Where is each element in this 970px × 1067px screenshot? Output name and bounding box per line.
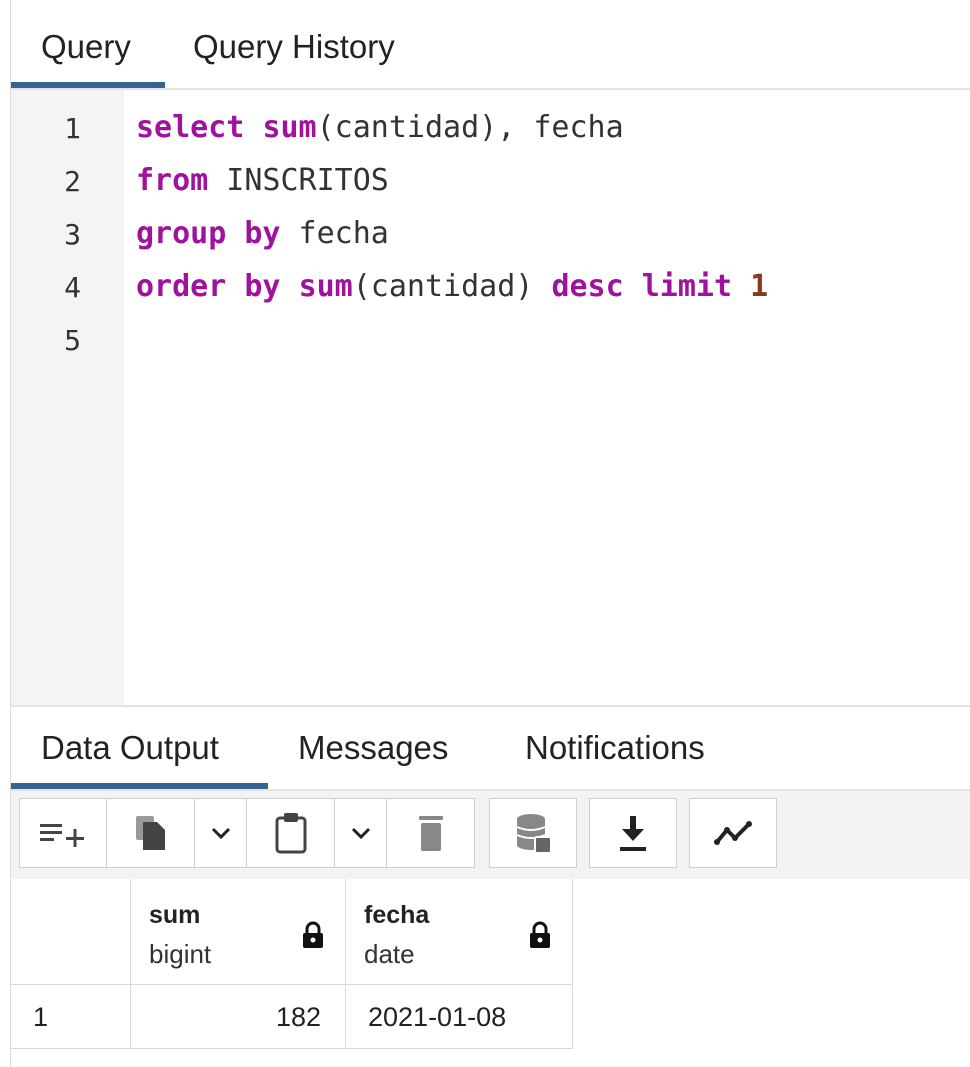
row-number-cell[interactable]: 1 <box>11 985 131 1049</box>
paste-icon <box>275 813 306 854</box>
lock-icon <box>530 921 550 948</box>
download-icon <box>620 816 646 851</box>
line-number: 4 <box>64 271 81 304</box>
copy-icon <box>135 816 165 850</box>
save-data-button[interactable] <box>489 798 577 868</box>
sql-kw-token: select <box>136 110 245 145</box>
add-row-icon <box>40 824 84 847</box>
line-number: 2 <box>64 165 81 198</box>
sql-text-token: (cantidad) <box>352 269 552 304</box>
tab-data-output[interactable]: Data Output <box>41 729 219 767</box>
add-row-button[interactable] <box>19 798 107 868</box>
lock-icon <box>303 921 323 948</box>
chevron-down-icon <box>211 827 230 840</box>
line-number: 1 <box>64 112 81 145</box>
line-number-gutter: 1 2 3 4 5 <box>11 90 124 705</box>
column-name: sum <box>149 901 201 929</box>
delete-button[interactable] <box>387 798 475 868</box>
sql-kw-token: order by <box>136 269 281 304</box>
data-output-toolbar <box>11 791 970 879</box>
sql-text-token: (cantidad), fecha <box>316 110 624 145</box>
sql-editor[interactable]: 1 2 3 4 5 select sum(cantidad), fecha fr… <box>11 90 970 705</box>
sql-text-token: INSCRITOS <box>208 163 389 198</box>
graph-visualiser-icon <box>714 821 752 845</box>
tab-query[interactable]: Query <box>41 28 131 66</box>
query-tool-panel: Query Query History 1 2 3 4 5 select sum… <box>10 0 970 1067</box>
editor-tab-bar: Query Query History <box>11 0 970 90</box>
line-number: 3 <box>64 218 81 251</box>
sql-kw-token: from <box>136 163 209 198</box>
column-header-fecha[interactable]: fecha date <box>346 879 573 985</box>
sql-kw-token: desc limit <box>551 269 733 304</box>
tab-notifications[interactable]: Notifications <box>525 729 705 767</box>
copy-button[interactable] <box>107 798 195 868</box>
copy-options-dropdown[interactable] <box>195 798 247 868</box>
active-output-tab-indicator <box>11 783 268 789</box>
download-button[interactable] <box>589 798 677 868</box>
table-cell-fecha[interactable]: 2021-01-08 <box>346 985 573 1049</box>
paste-button[interactable] <box>247 798 335 868</box>
row-number-header[interactable] <box>11 879 131 985</box>
save-data-icon <box>516 814 552 854</box>
result-grid: sum bigint fecha date 1 182 2021-01-08 <box>11 879 970 1067</box>
table-cell-sum[interactable]: 182 <box>131 985 346 1049</box>
sql-kw-token: group by <box>136 216 281 251</box>
sql-fn-token: sum <box>262 110 317 145</box>
sql-text-token <box>281 269 299 304</box>
sql-fn-token: sum <box>298 269 353 304</box>
sql-text-token: fecha <box>280 216 389 251</box>
code-line[interactable]: group by fecha <box>136 216 389 251</box>
delete-icon <box>418 816 443 851</box>
column-type: bigint <box>149 939 212 969</box>
paste-options-dropdown[interactable] <box>335 798 387 868</box>
code-line[interactable]: order by sum(cantidad) desc limit 1 <box>136 269 768 304</box>
column-type: date <box>364 939 415 969</box>
column-name: fecha <box>364 901 430 929</box>
sql-num-token: 1 <box>750 269 769 304</box>
output-tab-bar: Data Output Messages Notifications <box>11 707 970 791</box>
tab-query-history[interactable]: Query History <box>193 28 395 66</box>
code-line[interactable]: select sum(cantidad), fecha <box>136 110 624 145</box>
active-tab-indicator <box>11 82 165 88</box>
sql-text-token <box>244 110 262 145</box>
column-header-sum[interactable]: sum bigint <box>131 879 346 985</box>
graph-visualiser-button[interactable] <box>689 798 777 868</box>
line-number: 5 <box>64 324 81 357</box>
chevron-down-icon <box>351 827 370 840</box>
code-line[interactable]: from INSCRITOS <box>136 163 389 198</box>
sql-text-token <box>732 269 750 304</box>
tab-messages[interactable]: Messages <box>298 729 448 767</box>
